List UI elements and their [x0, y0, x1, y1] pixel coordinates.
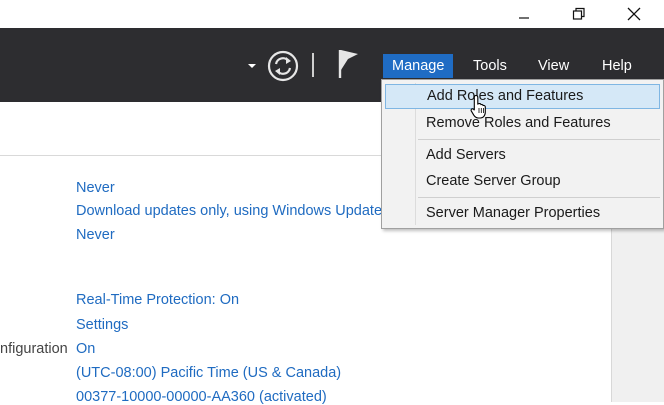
property-value-link[interactable]: Never: [76, 227, 115, 243]
menu-manage[interactable]: Manage: [383, 54, 454, 78]
menu-item-add-servers[interactable]: Add Servers: [385, 143, 660, 168]
title-bar: [0, 0, 664, 28]
menu-tools[interactable]: Tools: [464, 54, 516, 78]
refresh-icon[interactable]: [266, 49, 300, 83]
dropdown-arrow-icon[interactable]: [247, 61, 257, 71]
property-value-link[interactable]: 00377-10000-00000-AA360 (activated): [76, 389, 327, 405]
menu-item-server-manager-properties[interactable]: Server Manager Properties: [385, 201, 660, 226]
minimize-icon: [519, 17, 529, 19]
manage-dropdown-menu: Add Roles and Features Remove Roles and …: [381, 79, 664, 229]
minimize-button[interactable]: [502, 0, 546, 28]
notifications-flag-icon[interactable]: [336, 48, 362, 80]
property-value-link[interactable]: Download updates only, using Windows Upd…: [76, 203, 382, 219]
menu-separator: [418, 139, 660, 140]
menu-view[interactable]: View: [529, 54, 578, 78]
property-label: nfiguration: [0, 341, 68, 357]
property-value-link[interactable]: On: [76, 341, 95, 357]
menu-item-remove-roles-and-features[interactable]: Remove Roles and Features: [385, 111, 660, 136]
hand-cursor-icon: [470, 94, 486, 119]
restore-icon: [572, 7, 585, 20]
property-value-link[interactable]: Settings: [76, 317, 128, 333]
menu-help[interactable]: Help: [593, 54, 641, 78]
property-value-link[interactable]: Real-Time Protection: On: [76, 292, 239, 308]
property-value-link[interactable]: Never: [76, 180, 115, 196]
restore-button[interactable]: [557, 0, 601, 28]
close-icon: [627, 7, 641, 21]
close-button[interactable]: [612, 0, 656, 28]
toolbar-divider: [312, 53, 314, 77]
menu-item-add-roles-and-features[interactable]: Add Roles and Features: [385, 84, 660, 109]
property-value-link[interactable]: (UTC-08:00) Pacific Time (US & Canada): [76, 365, 341, 381]
menu-item-create-server-group[interactable]: Create Server Group: [385, 169, 660, 194]
menu-separator: [418, 197, 660, 198]
